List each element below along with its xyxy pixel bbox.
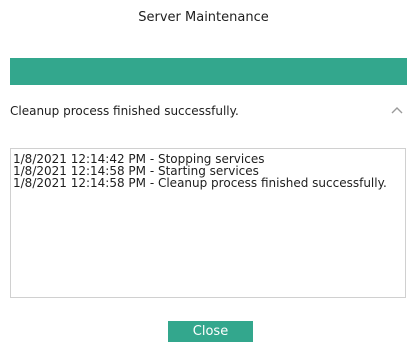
status-row: Cleanup process finished successfully. (10, 96, 407, 128)
log-line: 1/8/2021 12:14:58 PM - Cleanup process f… (13, 176, 387, 190)
chevron-up-icon-svg (391, 107, 403, 114)
maintenance-dialog: Server Maintenance Cleanup process finis… (0, 0, 407, 342)
log-output[interactable]: 1/8/2021 12:14:42 PM - Stopping services… (10, 148, 406, 298)
close-button[interactable]: Close (168, 321, 253, 342)
progress-bar (10, 58, 407, 85)
status-message: Cleanup process finished successfully. (10, 104, 239, 118)
progress-bar-fill (10, 58, 407, 85)
chevron-up-icon[interactable] (389, 102, 405, 116)
dialog-title: Server Maintenance (138, 10, 269, 25)
